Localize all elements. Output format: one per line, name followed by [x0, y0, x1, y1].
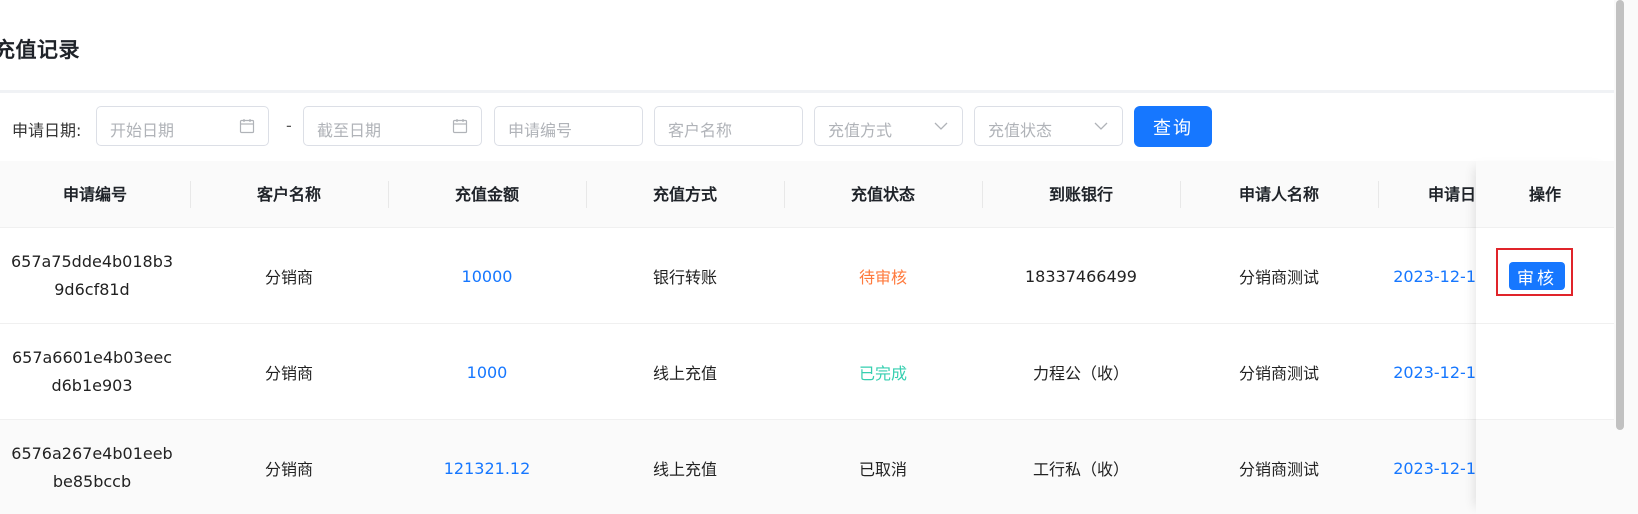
cell-status: 已完成	[858, 364, 907, 383]
column-amount: 充值金额	[454, 185, 519, 204]
column-method: 充值方式	[652, 185, 717, 204]
cell-method: 银行转账	[652, 268, 717, 287]
recharge-status-select[interactable]: 充值状态	[974, 106, 1123, 146]
apply-date-label: 申请日期:	[12, 121, 82, 140]
cell-apply-date: 2023-12-1	[1393, 458, 1476, 478]
recharge-method-placeholder: 充值方式	[828, 121, 893, 140]
column-status: 充值状态	[850, 185, 915, 204]
chevron-down-icon	[1094, 122, 1108, 130]
page-title: 充值记录	[0, 38, 80, 62]
calendar-icon	[452, 119, 468, 134]
cell-method: 线上充值	[652, 364, 717, 383]
cell-applicant: 分销商测试	[1238, 268, 1319, 287]
audit-highlight-frame: 审核	[1496, 248, 1573, 296]
date-range-separator: -	[286, 116, 292, 135]
cell-customer: 分销商	[264, 460, 313, 479]
column-apply-no: 申请编号	[62, 185, 127, 204]
recharge-status-placeholder: 充值状态	[988, 121, 1053, 140]
cell-apply-no: 657a75dde4b018b3 9d6cf81d	[10, 252, 174, 299]
column-apply-date: 申请日	[1427, 185, 1476, 204]
cell-amount: 1000	[466, 362, 508, 382]
operations-cell	[1476, 324, 1614, 420]
recharge-records-page: 充值记录 申请日期: 开始日期 - 截至日期 申请编号 客户名称 充值方式 充值…	[0, 0, 1638, 514]
cell-status: 已取消	[858, 460, 907, 479]
column-operations: 操作	[1476, 161, 1614, 228]
apply-no-placeholder: 申请编号	[508, 121, 573, 140]
cell-customer: 分销商	[264, 268, 313, 287]
customer-name-placeholder: 客户名称	[668, 121, 733, 140]
audit-button[interactable]: 审核	[1509, 262, 1565, 290]
operations-cell	[1476, 420, 1614, 514]
cell-bank: 工行私（收）	[1032, 460, 1129, 479]
operations-cell: 审核	[1476, 228, 1614, 324]
cell-method: 线上充值	[652, 460, 717, 479]
recharge-method-select[interactable]: 充值方式	[814, 106, 963, 146]
cell-applicant: 分销商测试	[1238, 460, 1319, 479]
cell-amount: 10000	[461, 266, 513, 286]
cell-applicant: 分销商测试	[1238, 364, 1319, 383]
operations-column: 操作 审核	[1476, 161, 1614, 514]
table-row: 657a6601e4b03eec d6b1e903 分销商 1000 线上充值 …	[0, 324, 1614, 420]
cell-apply-date: 2023-12-1	[1393, 266, 1476, 286]
column-applicant: 申请人名称	[1238, 185, 1319, 204]
cell-bank: 18337466499	[1025, 266, 1137, 286]
column-bank: 到账银行	[1048, 185, 1113, 204]
filter-bar: 申请日期: 开始日期 - 截至日期 申请编号 客户名称 充值方式 充值状态 查询	[0, 106, 1300, 148]
customer-name-input[interactable]: 客户名称	[654, 106, 803, 146]
cell-customer: 分销商	[264, 364, 313, 383]
title-divider	[0, 90, 1614, 93]
cell-amount: 121321.12	[443, 458, 531, 478]
end-date-placeholder: 截至日期	[317, 121, 382, 140]
table-row: 6576a267e4b01eeb be85bccb 分销商 121321.12 …	[0, 420, 1614, 514]
table-row: 657a75dde4b018b3 9d6cf81d 分销商 10000 银行转账…	[0, 228, 1614, 324]
cell-apply-date: 2023-12-1	[1393, 362, 1476, 382]
scrollbar-thumb[interactable]	[1616, 0, 1624, 430]
end-date-picker[interactable]: 截至日期	[303, 106, 482, 146]
apply-no-input[interactable]: 申请编号	[494, 106, 643, 146]
query-button[interactable]: 查询	[1134, 106, 1212, 147]
cell-apply-no: 6576a267e4b01eeb be85bccb	[11, 444, 173, 491]
column-customer-name: 客户名称	[256, 185, 321, 204]
table-header: 申请编号 客户名称 充值金额 充值方式 充值状态 到账银行 申请人名称 申请日	[0, 161, 1614, 228]
cell-bank: 力程公（收）	[1032, 364, 1129, 383]
start-date-picker[interactable]: 开始日期	[96, 106, 269, 146]
cell-apply-no: 657a6601e4b03eec d6b1e903	[11, 348, 173, 395]
cell-status: 待审核	[858, 268, 907, 287]
chevron-down-icon	[934, 122, 948, 130]
start-date-placeholder: 开始日期	[110, 121, 175, 140]
calendar-icon	[239, 119, 255, 134]
